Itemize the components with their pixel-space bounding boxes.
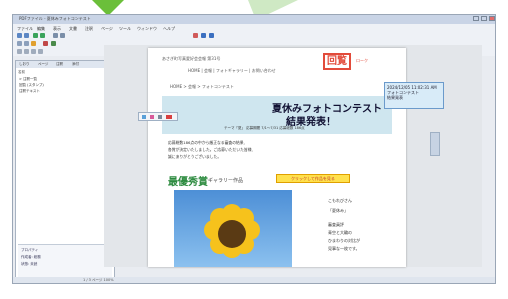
hand-icon[interactable] <box>209 33 214 38</box>
banner-subtitle: テーマ「夏」 応募期間 7/1〜7/31 応募総数 186点 <box>224 126 305 130</box>
email-icon[interactable] <box>40 33 45 38</box>
tab-attachments[interactable]: 添付 <box>72 62 79 67</box>
right-text: ひまわりの対比が <box>328 238 360 243</box>
first-page-icon[interactable] <box>17 49 22 54</box>
stamp-label: ローク <box>356 58 368 63</box>
nav-links[interactable]: HOME | 会報 | フォトギャラリー | お問い合わせ <box>188 68 276 74</box>
open-icon[interactable] <box>17 33 22 38</box>
pen-icon[interactable] <box>142 115 146 119</box>
popup-note[interactable]: 2024/12/05 11:02:31 AM フォトコンテスト 結果発表 <box>384 82 444 109</box>
highlight-icon[interactable] <box>193 33 198 38</box>
minimize-icon[interactable] <box>473 16 479 21</box>
title-banner: 夏休みフォトコンテスト 結果発表！ テーマ「夏」 応募期間 7/1〜7/31 応… <box>162 96 392 134</box>
annotation-palette[interactable] <box>138 112 178 121</box>
prop-line: プロパティ <box>21 248 39 252</box>
prop-line: 作成者: 総務 <box>21 255 41 259</box>
select-icon[interactable] <box>17 41 22 46</box>
flower-center <box>218 220 246 248</box>
list-item[interactable]: 回覧 (スタンプ) <box>19 83 44 88</box>
paragraph-line: 各賞が決定いたしました。ご応募いただいた皆様、 <box>168 147 256 152</box>
menu-bar: ファイル 編集 表示 文書 注釈 ページ ツール ウィンドウ ヘルプ <box>13 24 495 32</box>
status-bar: 1 / 3 ページ 100% <box>13 277 495 283</box>
text-icon[interactable] <box>24 41 29 46</box>
zoom-icon[interactable] <box>201 33 206 38</box>
undo-icon[interactable] <box>53 33 58 38</box>
shape-icon[interactable] <box>51 41 56 46</box>
sunflower-photo <box>174 190 292 267</box>
panel-header: 名前 <box>18 70 25 74</box>
paragraph-line: 応募総数186点の中から厳正なる審査の結果、 <box>168 140 248 145</box>
list-item[interactable]: 注釈テキスト <box>19 89 40 94</box>
scrollbar[interactable] <box>430 132 440 156</box>
properties-panel: プロパティ 作成者: 総務 状態: 未読 <box>18 244 112 279</box>
next-page-icon[interactable] <box>31 49 36 54</box>
right-text: 審査員評 <box>328 222 344 227</box>
paragraph-line: 誠にありがとうございました。 <box>168 154 222 159</box>
tab-annotations[interactable]: 注釈 <box>56 62 63 67</box>
tab-bookmarks[interactable]: しおり <box>19 62 30 67</box>
close-icon[interactable] <box>489 16 495 21</box>
redo-icon[interactable] <box>60 33 65 38</box>
eraser-icon[interactable] <box>158 115 162 119</box>
maximize-icon[interactable] <box>481 16 487 21</box>
print-icon[interactable] <box>33 33 38 38</box>
breadcrumb: HOME > 会報 > フォトコンテスト <box>170 84 234 89</box>
toolbar-1 <box>13 32 495 40</box>
stamp-annotation[interactable]: 回覧 <box>323 53 351 70</box>
line-icon[interactable] <box>166 115 172 119</box>
prize-heading: 最優秀賞 <box>168 177 208 188</box>
prop-line: 状態: 未読 <box>21 262 38 266</box>
panel-tabs: しおり ページ 注釈 添付 <box>16 61 114 68</box>
status-text: 1 / 3 ページ 100% <box>83 278 114 282</box>
right-text: こもれびさん <box>328 198 352 203</box>
note-icon[interactable] <box>31 41 36 46</box>
right-text: 青空と大輪の <box>328 230 352 235</box>
note-line: 結果発表 <box>387 95 403 100</box>
prev-page-icon[interactable] <box>24 49 29 54</box>
list-item[interactable]: > 注釈一覧 <box>19 77 37 82</box>
right-text: 見事な一枚です。 <box>328 246 360 251</box>
tab-pages[interactable]: ページ <box>38 62 48 67</box>
save-icon[interactable] <box>24 33 29 38</box>
view-work-link[interactable]: クリックして作品を見る <box>276 174 350 183</box>
title-bar: PDFファイル - 夏休みフォトコンテスト <box>13 15 495 24</box>
pdf-page: あさぎ町写真愛好会会報 第31号 HOME | 会報 | フォトギャラリー | … <box>148 48 406 267</box>
marker-icon[interactable] <box>150 115 154 119</box>
stamp-icon[interactable] <box>43 41 48 46</box>
side-panel: しおり ページ 注釈 添付 名前 > 注釈一覧 回覧 (スタンプ) 注釈テキスト… <box>15 60 115 282</box>
page-header: あさぎ町写真愛好会会報 第31号 <box>162 56 221 61</box>
window-title: PDFファイル - 夏休みフォトコンテスト <box>19 16 91 21</box>
last-page-icon[interactable] <box>38 49 43 54</box>
right-text: 「夏休み」 <box>328 208 348 213</box>
prize-subheading: ギャラリー作品 <box>208 178 244 184</box>
